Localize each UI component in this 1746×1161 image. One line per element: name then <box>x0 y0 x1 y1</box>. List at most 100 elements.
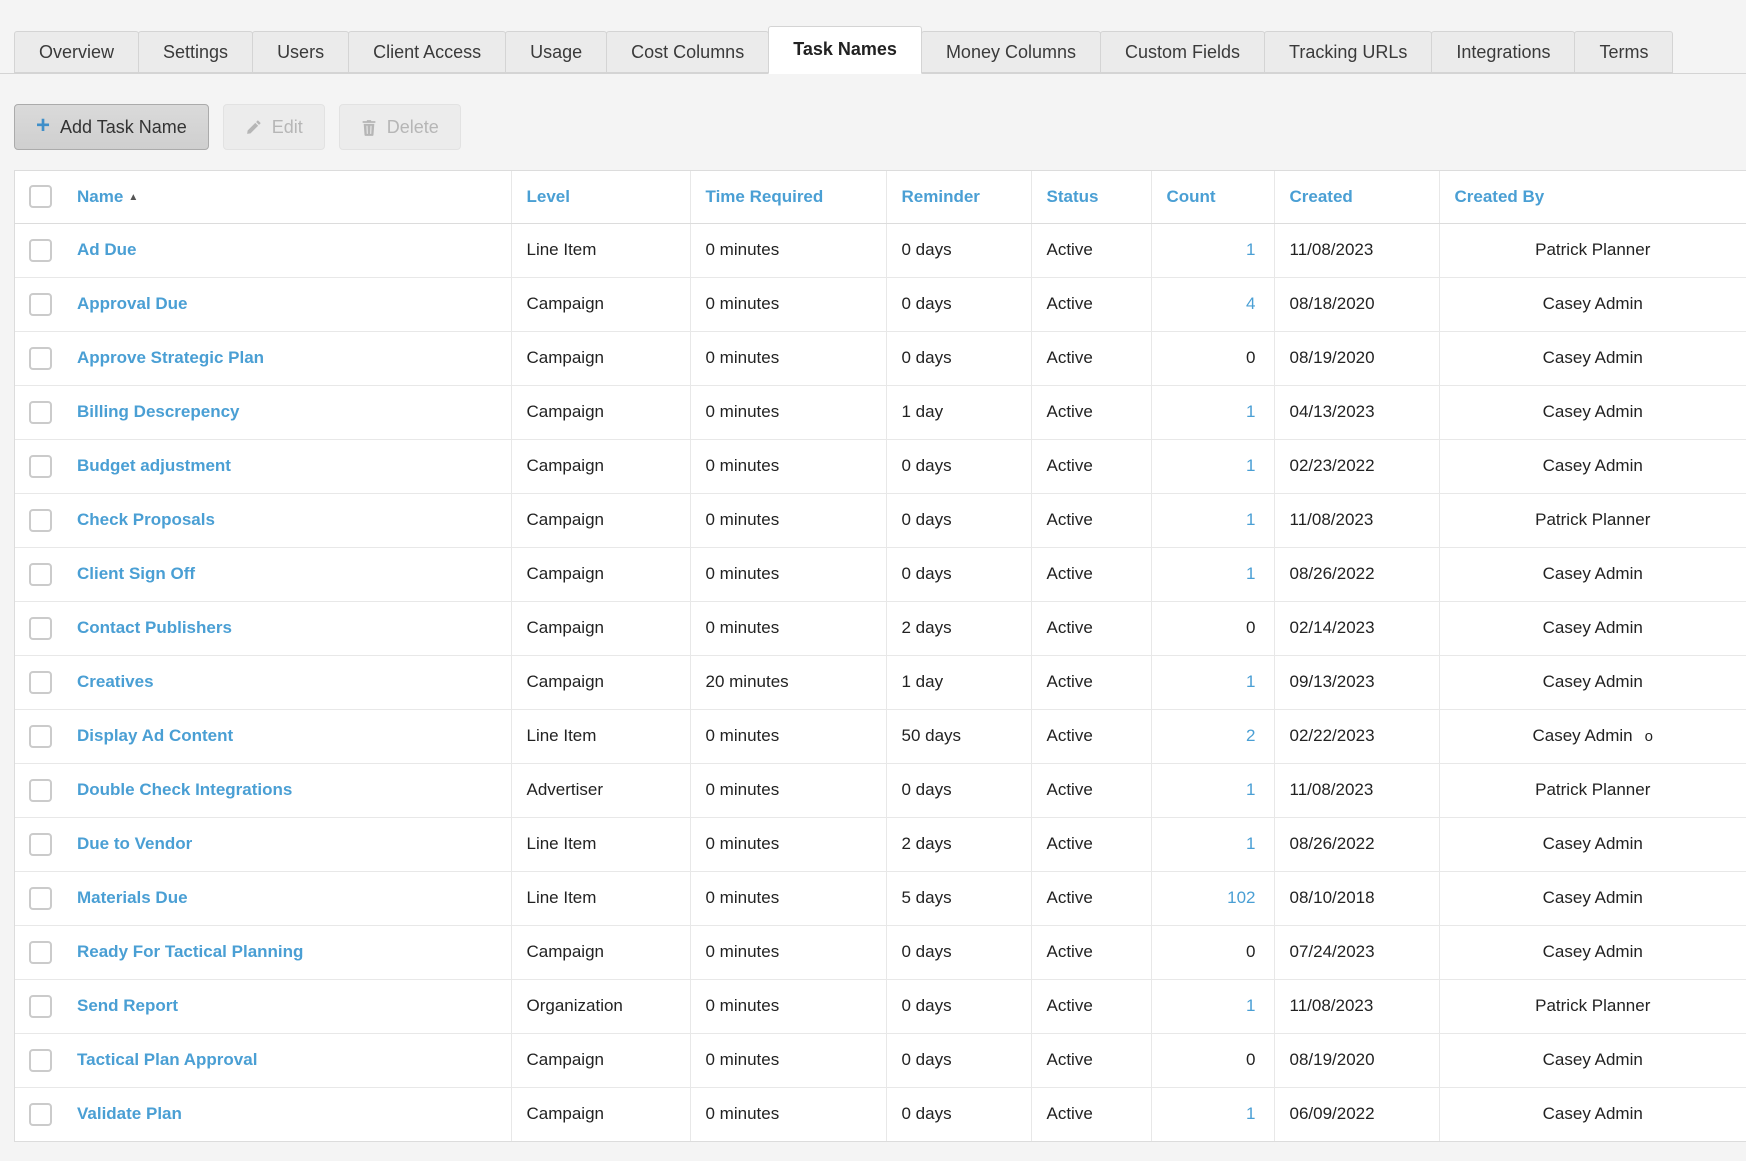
row-checkbox[interactable] <box>29 563 52 586</box>
task-name-link[interactable]: Client Sign Off <box>77 564 195 583</box>
column-header-status[interactable]: Status <box>1031 171 1151 223</box>
tab-tracking-urls[interactable]: Tracking URLs <box>1264 31 1432 73</box>
row-checkbox[interactable] <box>29 293 52 316</box>
task-name-link[interactable]: Contact Publishers <box>77 618 232 637</box>
created-by-cell: Casey Admin <box>1439 1087 1746 1141</box>
count-cell: 0 <box>1151 925 1274 979</box>
tab-custom-fields[interactable]: Custom Fields <box>1100 31 1265 73</box>
tab-overview[interactable]: Overview <box>14 31 139 73</box>
row-checkbox[interactable] <box>29 239 52 262</box>
created-by-cell: Patrick Planner <box>1439 979 1746 1033</box>
count-link[interactable]: 2 <box>1246 726 1255 745</box>
status-cell: Active <box>1031 979 1151 1033</box>
row-checkbox[interactable] <box>29 509 52 532</box>
table-row: Check ProposalsCampaign0 minutes0 daysAc… <box>15 493 1746 547</box>
tab-settings[interactable]: Settings <box>138 31 253 73</box>
select-all-checkbox[interactable] <box>29 185 52 208</box>
row-checkbox[interactable] <box>29 725 52 748</box>
count-link[interactable]: 1 <box>1246 1104 1255 1123</box>
task-name-cell: Creatives <box>65 655 511 709</box>
time-required-cell: 0 minutes <box>690 925 886 979</box>
task-name-link[interactable]: Send Report <box>77 996 178 1015</box>
task-name-link[interactable]: Materials Due <box>77 888 188 907</box>
tab-task-names[interactable]: Task Names <box>768 26 922 74</box>
column-header-time-required[interactable]: Time Required <box>690 171 886 223</box>
count-link[interactable]: 1 <box>1246 996 1255 1015</box>
row-checkbox[interactable] <box>29 455 52 478</box>
row-checkbox[interactable] <box>29 1049 52 1072</box>
row-checkbox-cell <box>15 817 65 871</box>
count-link[interactable]: 1 <box>1246 510 1255 529</box>
count-link[interactable]: 1 <box>1246 564 1255 583</box>
count-link[interactable]: 1 <box>1246 402 1255 421</box>
count-link[interactable]: 1 <box>1246 456 1255 475</box>
row-checkbox[interactable] <box>29 671 52 694</box>
row-checkbox[interactable] <box>29 347 52 370</box>
reminder-cell: 0 days <box>886 277 1031 331</box>
task-name-link[interactable]: Validate Plan <box>77 1104 182 1123</box>
tab-usage[interactable]: Usage <box>505 31 607 73</box>
time-required-cell: 0 minutes <box>690 547 886 601</box>
count-link[interactable]: 1 <box>1246 834 1255 853</box>
pencil-icon <box>245 119 262 136</box>
time-required-cell: 0 minutes <box>690 223 886 277</box>
count-link[interactable]: 1 <box>1246 780 1255 799</box>
task-name-link[interactable]: Ad Due <box>77 240 137 259</box>
count-cell: 102 <box>1151 871 1274 925</box>
level-cell: Line Item <box>511 817 690 871</box>
column-header-name[interactable]: Name▲ <box>65 171 511 223</box>
row-checkbox[interactable] <box>29 995 52 1018</box>
column-header-created-by[interactable]: Created By <box>1439 171 1746 223</box>
tab-money-columns[interactable]: Money Columns <box>921 31 1101 73</box>
task-name-link[interactable]: Display Ad Content <box>77 726 233 745</box>
reminder-cell: 1 day <box>886 655 1031 709</box>
tab-cost-columns[interactable]: Cost Columns <box>606 31 769 73</box>
created-cell: 02/14/2023 <box>1274 601 1439 655</box>
level-cell: Organization <box>511 979 690 1033</box>
edit-button[interactable]: Edit <box>223 104 325 150</box>
add-task-name-button[interactable]: + Add Task Name <box>14 104 209 150</box>
row-checkbox-cell <box>15 1033 65 1087</box>
task-name-link[interactable]: Double Check Integrations <box>77 780 292 799</box>
created-by-cell: Casey Admin <box>1439 871 1746 925</box>
tab-integrations[interactable]: Integrations <box>1431 31 1575 73</box>
row-checkbox[interactable] <box>29 833 52 856</box>
table-row: Materials DueLine Item0 minutes5 daysAct… <box>15 871 1746 925</box>
row-checkbox[interactable] <box>29 401 52 424</box>
count-link[interactable]: 102 <box>1227 888 1255 907</box>
task-name-link[interactable]: Approve Strategic Plan <box>77 348 264 367</box>
count-link[interactable]: 1 <box>1246 240 1255 259</box>
row-checkbox[interactable] <box>29 887 52 910</box>
task-name-link[interactable]: Ready For Tactical Planning <box>77 942 303 961</box>
row-checkbox-cell <box>15 601 65 655</box>
task-name-cell: Approval Due <box>65 277 511 331</box>
tab-users[interactable]: Users <box>252 31 349 73</box>
column-header-created[interactable]: Created <box>1274 171 1439 223</box>
tab-terms[interactable]: Terms <box>1574 31 1673 73</box>
row-checkbox[interactable] <box>29 779 52 802</box>
task-name-link[interactable]: Approval Due <box>77 294 188 313</box>
task-name-link[interactable]: Budget adjustment <box>77 456 231 475</box>
row-checkbox[interactable] <box>29 1103 52 1126</box>
count-link[interactable]: 4 <box>1246 294 1255 313</box>
created-by-cell: Casey Admin <box>1439 655 1746 709</box>
row-checkbox[interactable] <box>29 617 52 640</box>
task-name-link[interactable]: Creatives <box>77 672 154 691</box>
task-name-link[interactable]: Billing Descrepency <box>77 402 240 421</box>
time-required-cell: 0 minutes <box>690 817 886 871</box>
task-name-link[interactable]: Check Proposals <box>77 510 215 529</box>
delete-button[interactable]: Delete <box>339 104 461 150</box>
count-link[interactable]: 1 <box>1246 672 1255 691</box>
count-cell: 1 <box>1151 1087 1274 1141</box>
column-header-level[interactable]: Level <box>511 171 690 223</box>
created-by-value: Casey Admin <box>1543 672 1643 691</box>
row-checkbox-cell <box>15 979 65 1033</box>
column-header-count[interactable]: Count <box>1151 171 1274 223</box>
row-checkbox[interactable] <box>29 941 52 964</box>
task-name-link[interactable]: Due to Vendor <box>77 834 192 853</box>
task-name-link[interactable]: Tactical Plan Approval <box>77 1050 257 1069</box>
tab-client-access[interactable]: Client Access <box>348 31 506 73</box>
table-row: Double Check IntegrationsAdvertiser0 min… <box>15 763 1746 817</box>
row-checkbox-cell <box>15 223 65 277</box>
column-header-reminder[interactable]: Reminder <box>886 171 1031 223</box>
